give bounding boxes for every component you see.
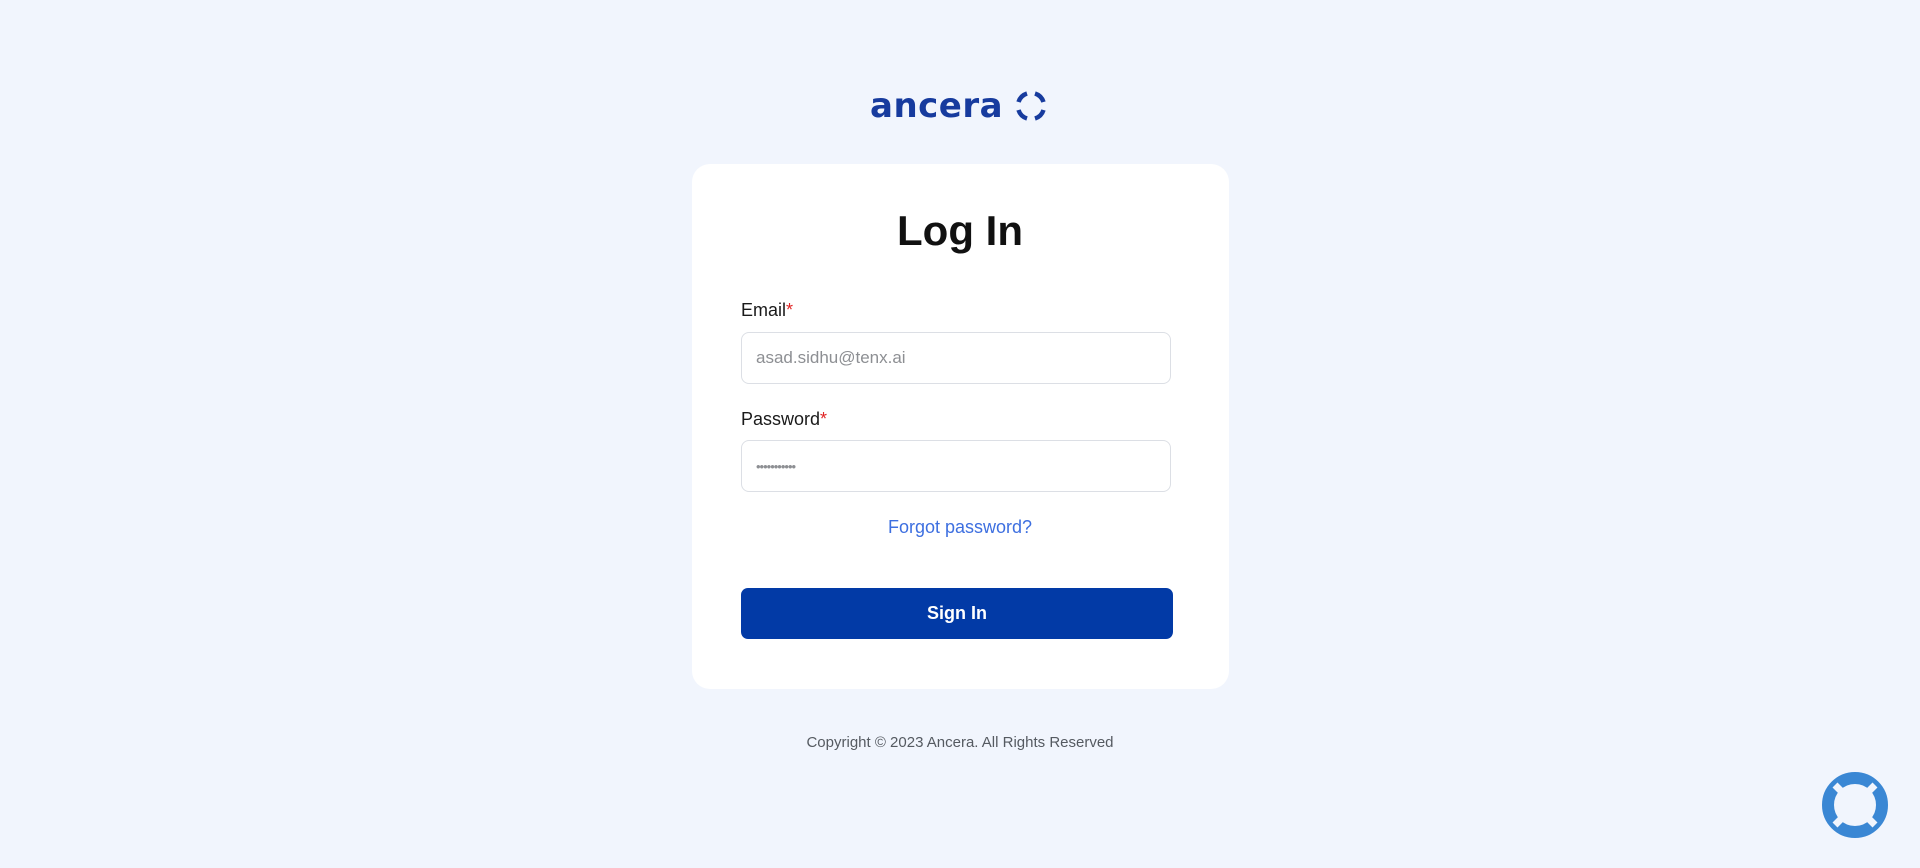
copyright-text: Copyright © 2023 Ancera. All Rights Rese… [806, 734, 1114, 751]
brand-name: ancera [870, 86, 1004, 126]
page-title: Log In [897, 207, 1023, 254]
password-label: Password* [741, 410, 827, 428]
forgot-password-link[interactable]: Forgot password? [0, 518, 1920, 536]
lifebuoy-icon [1822, 772, 1888, 838]
login-page: ancera Log In Email* Password* Forgot pa… [0, 0, 1920, 868]
sign-in-button[interactable]: Sign In [741, 588, 1173, 639]
help-widget-button[interactable] [1820, 770, 1890, 840]
email-label-text: Email [741, 300, 787, 320]
email-label: Email* [741, 301, 793, 319]
password-label-text: Password [741, 409, 821, 429]
brand-mark-icon [1016, 91, 1046, 121]
brand-logo: ancera [870, 86, 1047, 126]
email-input[interactable] [741, 332, 1171, 384]
required-marker: * [820, 409, 828, 429]
password-input[interactable] [741, 440, 1171, 492]
required-marker: * [786, 300, 794, 320]
